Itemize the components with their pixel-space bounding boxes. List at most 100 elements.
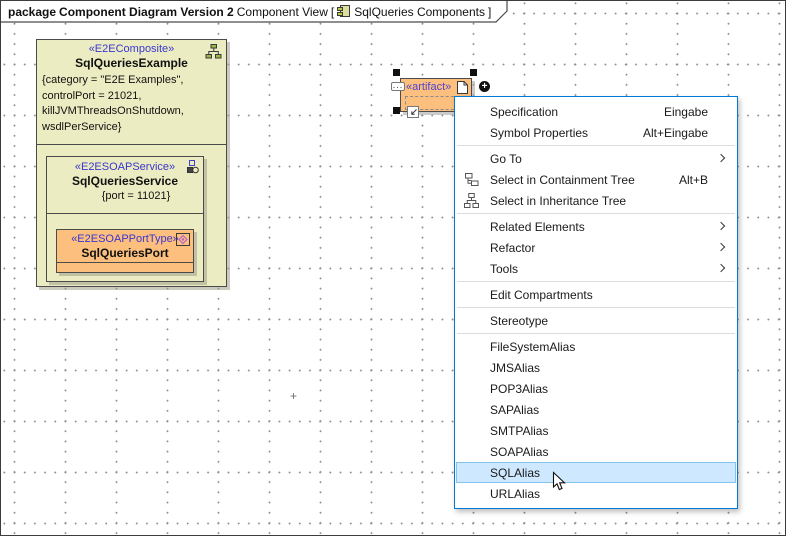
diagram-canvas[interactable]: packageComponent Diagram Version 2Compon… bbox=[0, 0, 786, 536]
submenu-arrow-icon bbox=[717, 264, 725, 272]
menu-separator bbox=[457, 281, 735, 282]
compartment-separator bbox=[57, 262, 193, 263]
composite-tagged-values: {category = "E2E Examples", controlPort … bbox=[37, 70, 226, 135]
component-sqlqueriesport[interactable]: «E2ESOAPPortType» SqlQueriesPort bbox=[56, 229, 194, 273]
menu-item-icon-placeholder bbox=[464, 486, 480, 502]
menu-item-label: URLAlias bbox=[490, 487, 708, 501]
menu-item-symbol-properties[interactable]: Symbol PropertiesAlt+Eingabe bbox=[456, 122, 736, 143]
menu-item-label: POP3Alias bbox=[490, 382, 708, 396]
selection-handle-top-right[interactable] bbox=[470, 69, 477, 76]
menu-item-go-to[interactable]: Go To bbox=[456, 148, 736, 169]
grid-cross-mark bbox=[290, 389, 297, 403]
porttype-name: SqlQueriesPort bbox=[57, 245, 193, 260]
menu-separator bbox=[457, 307, 735, 308]
soap-service-icon bbox=[187, 160, 199, 174]
menu-item-soapalias[interactable]: SOAPAlias bbox=[456, 441, 736, 462]
menu-item-related-elements[interactable]: Related Elements bbox=[456, 216, 736, 237]
porttype-stereotype: «E2ESOAPPortType» bbox=[57, 230, 193, 245]
component-sqlqueriesservice[interactable]: «E2ESOAPService» SqlQueriesService {port… bbox=[46, 156, 204, 282]
composite-stereotype: «E2EComposite» bbox=[37, 40, 226, 55]
menu-separator bbox=[457, 333, 735, 334]
menu-item-specification[interactable]: SpecificationEingabe bbox=[456, 101, 736, 122]
menu-item-refactor[interactable]: Refactor bbox=[456, 237, 736, 258]
menu-item-icon-placeholder bbox=[464, 261, 480, 277]
menu-item-icon-placeholder bbox=[464, 465, 480, 481]
menu-item-label: Related Elements bbox=[490, 220, 708, 234]
menu-item-label: FileSystemAlias bbox=[490, 340, 708, 354]
menu-item-label: Refactor bbox=[490, 241, 708, 255]
frame-title: Component Diagram Version 2 bbox=[59, 5, 234, 19]
menu-item-label: Edit Compartments bbox=[490, 288, 708, 302]
submenu-arrow-icon bbox=[717, 222, 725, 230]
menu-separator bbox=[457, 213, 735, 214]
menu-item-label: SMTPAlias bbox=[490, 424, 708, 438]
context-menu: SpecificationEingabeSymbol PropertiesAlt… bbox=[454, 96, 738, 509]
menu-item-sqlalias[interactable]: SQLAlias bbox=[456, 462, 736, 483]
menu-item-label: Tools bbox=[490, 262, 708, 276]
menu-item-icon-placeholder bbox=[464, 313, 480, 329]
menu-item-shortcut: Alt+Eingabe bbox=[643, 126, 708, 140]
inheritance-tree-icon bbox=[464, 193, 480, 209]
menu-item-label: Stereotype bbox=[490, 314, 708, 328]
service-stereotype: «E2ESOAPService» bbox=[47, 157, 203, 173]
resize-handle[interactable] bbox=[407, 106, 419, 118]
frame-keyword: package bbox=[8, 5, 56, 19]
menu-item-icon-placeholder bbox=[464, 219, 480, 235]
menu-item-icon-placeholder bbox=[464, 339, 480, 355]
menu-item-label: SQLAlias bbox=[490, 466, 708, 480]
add-element-button[interactable] bbox=[479, 81, 490, 92]
menu-item-icon-placeholder bbox=[464, 104, 480, 120]
menu-item-select-in-inheritance-tree[interactable]: Select in Inheritance Tree bbox=[456, 190, 736, 211]
tagged-value-line: wsdlPerService} bbox=[42, 120, 221, 136]
menu-item-sapalias[interactable]: SAPAlias bbox=[456, 399, 736, 420]
tagged-value-line: killJVMThreadsOnShutdown, bbox=[42, 104, 221, 120]
menu-item-edit-compartments[interactable]: Edit Compartments bbox=[456, 284, 736, 305]
menu-item-stereotype[interactable]: Stereotype bbox=[456, 310, 736, 331]
menu-item-icon-placeholder bbox=[464, 444, 480, 460]
compartment-separator bbox=[37, 144, 226, 145]
composite-name: SqlQueriesExample bbox=[37, 55, 226, 70]
menu-item-label: SOAPAlias bbox=[490, 445, 708, 459]
component-diagram-icon bbox=[337, 4, 351, 21]
artifact-stereotype: «artifact» bbox=[406, 81, 451, 93]
menu-item-pop3alias[interactable]: POP3Alias bbox=[456, 378, 736, 399]
menu-item-tools[interactable]: Tools bbox=[456, 258, 736, 279]
menu-item-jmsalias[interactable]: JMSAlias bbox=[456, 357, 736, 378]
menu-item-icon-placeholder bbox=[464, 360, 480, 376]
menu-item-icon-placeholder bbox=[464, 381, 480, 397]
frame-header-text: packageComponent Diagram Version 2Compon… bbox=[8, 4, 494, 21]
menu-item-icon-placeholder bbox=[464, 151, 480, 167]
menu-item-label: JMSAlias bbox=[490, 361, 708, 375]
menu-item-select-in-containment-tree[interactable]: Select in Containment TreeAlt+B bbox=[456, 169, 736, 190]
compartment-separator bbox=[47, 213, 203, 214]
tagged-value-line: {category = "E2E Examples", bbox=[42, 73, 221, 89]
menu-item-smtpalias[interactable]: SMTPAlias bbox=[456, 420, 736, 441]
menu-item-urlalias[interactable]: URLAlias bbox=[456, 483, 736, 504]
soap-porttype-icon bbox=[176, 233, 190, 246]
diagram-frame-header[interactable]: packageComponent Diagram Version 2Compon… bbox=[1, 1, 511, 23]
service-tagged-value: {port = 11021} bbox=[47, 188, 203, 202]
component-sqlqueriesexample[interactable]: «E2EComposite» SqlQueriesExample {catego… bbox=[36, 39, 227, 287]
containment-tree-icon bbox=[464, 172, 480, 188]
menu-item-label: Select in Containment Tree bbox=[490, 173, 679, 187]
menu-item-icon-placeholder bbox=[464, 287, 480, 303]
frame-bracket-open: [ bbox=[331, 5, 334, 19]
menu-item-icon-placeholder bbox=[464, 125, 480, 141]
tagged-value-line: controlPort = 21021, bbox=[42, 89, 221, 105]
menu-item-label: Symbol Properties bbox=[490, 126, 643, 140]
composite-structure-icon bbox=[205, 44, 222, 59]
selection-handle-top-left[interactable] bbox=[393, 69, 400, 76]
artifact-document-icon bbox=[457, 81, 468, 94]
menu-item-filesystemalias[interactable]: FileSystemAlias bbox=[456, 336, 736, 357]
menu-item-label: Go To bbox=[490, 152, 708, 166]
smart-manipulator-button[interactable] bbox=[391, 82, 405, 91]
menu-item-label: SAPAlias bbox=[490, 403, 708, 417]
menu-item-icon-placeholder bbox=[464, 423, 480, 439]
selection-handle-bottom-left[interactable] bbox=[393, 107, 400, 114]
submenu-arrow-icon bbox=[717, 154, 725, 162]
menu-separator bbox=[457, 145, 735, 146]
menu-item-label: Select in Inheritance Tree bbox=[490, 194, 708, 208]
menu-item-label: Specification bbox=[490, 105, 664, 119]
frame-diagram-name: SqlQueries Components bbox=[354, 5, 485, 19]
menu-item-icon-placeholder bbox=[464, 402, 480, 418]
